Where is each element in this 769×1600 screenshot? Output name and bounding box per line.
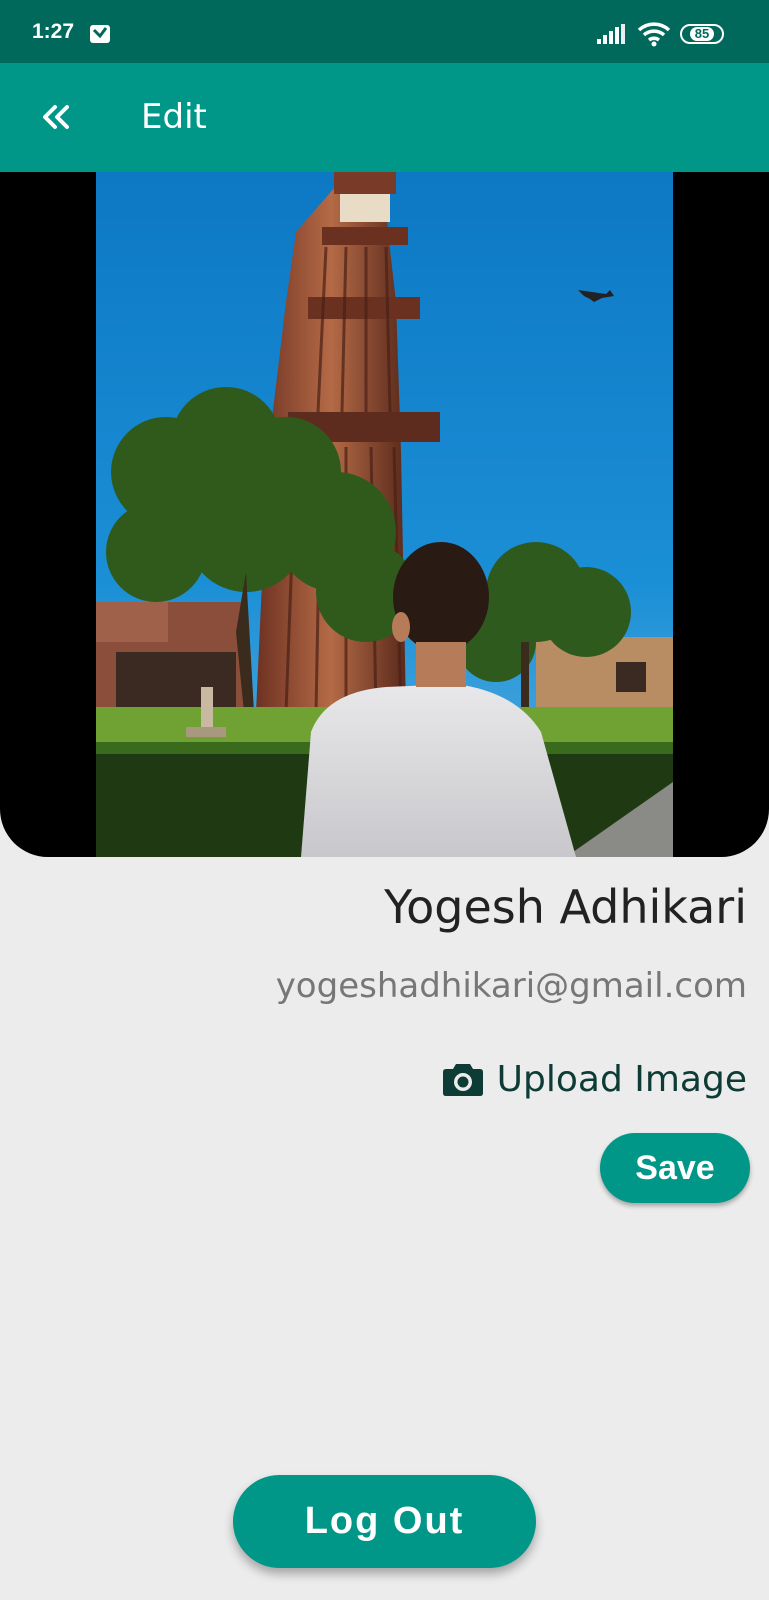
profile-email: yogeshadhikari@gmail.com xyxy=(275,966,747,1006)
battery-level: 85 xyxy=(689,27,715,41)
back-button[interactable] xyxy=(26,87,86,147)
app-notification-icon xyxy=(90,25,110,43)
save-button[interactable]: Save xyxy=(600,1133,750,1203)
app-bar: Edit xyxy=(0,63,769,172)
profile-name: Yogesh Adhikari xyxy=(384,880,747,934)
signal-icon xyxy=(597,24,625,44)
logout-button[interactable]: Log Out xyxy=(233,1475,536,1568)
battery-icon: 85 xyxy=(680,24,724,44)
upload-image-button[interactable]: Upload Image xyxy=(442,1055,747,1103)
status-bar: 1:27 85 xyxy=(0,0,769,63)
double-chevron-left-icon xyxy=(43,105,69,129)
upload-image-label: Upload Image xyxy=(496,1058,747,1100)
status-time: 1:27 xyxy=(32,20,75,43)
camera-icon xyxy=(442,1064,483,1096)
wifi-icon xyxy=(637,22,671,47)
profile-photo-frame xyxy=(0,172,769,857)
profile-photo xyxy=(96,172,673,857)
page-title: Edit xyxy=(141,97,207,137)
